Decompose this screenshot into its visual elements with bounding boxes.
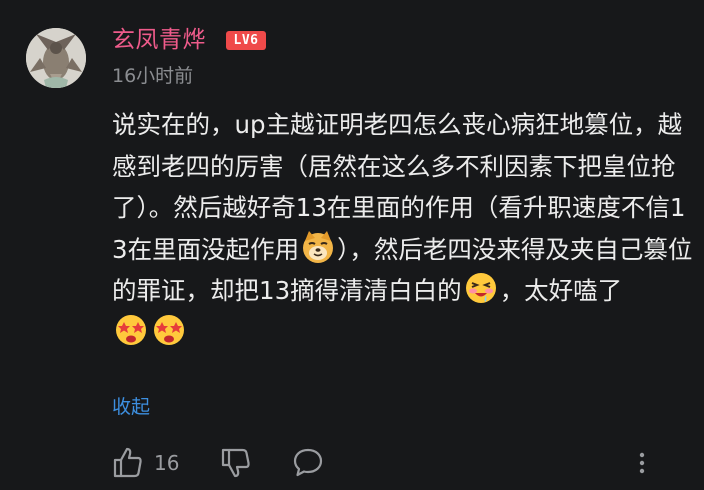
collapse-link[interactable]: 收起: [112, 393, 150, 421]
more-options-button[interactable]: [632, 445, 652, 481]
comment-card: 玄凤青烨 LV6 16小时前 说实在的，up主越证明老四怎么丧心病狂地篡位，越感…: [0, 0, 704, 490]
comment-body: 说实在的，up主越证明老四怎么丧心病狂地篡位，越感到老四的厉害（居然在这么多不利…: [112, 104, 696, 353]
thumbs-down-icon: [221, 448, 250, 478]
reply-bubble-icon: [293, 448, 323, 477]
comment-text-part3: ，太好嗑了: [499, 276, 623, 305]
timestamp: 16小时前: [112, 65, 194, 87]
heart-eyes-emoji-icon: [113, 312, 149, 348]
more-vertical-icon: [639, 452, 645, 474]
avatar[interactable]: [26, 28, 86, 88]
level-badge: LV6: [226, 31, 266, 50]
doge-emoji-icon: [300, 229, 336, 265]
reply-button[interactable]: [292, 445, 324, 481]
username[interactable]: 玄凤青烨: [112, 23, 206, 57]
drooling-emoji-icon: [463, 270, 499, 306]
dislike-button[interactable]: [220, 445, 252, 481]
comment-actions: 16: [112, 445, 672, 481]
like-count: 16: [154, 451, 180, 475]
heart-eyes-emoji-icon: [151, 312, 187, 348]
like-button[interactable]: [112, 445, 144, 481]
thumbs-up-icon: [113, 447, 142, 478]
